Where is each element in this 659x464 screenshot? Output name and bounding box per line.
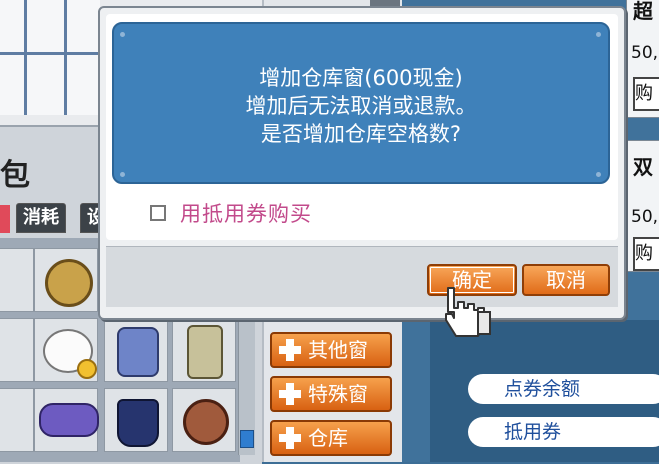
menu-button-special[interactable]: 特殊窗 <box>270 376 392 412</box>
tab-consume[interactable]: 消耗 <box>16 203 66 233</box>
inventory-slot[interactable] <box>34 388 99 452</box>
hand-pointer-icon <box>445 287 491 337</box>
scrollbar-thumb[interactable] <box>240 430 254 448</box>
shop-item-price: 50, <box>631 207 659 227</box>
inventory-slot[interactable] <box>0 248 34 312</box>
dialog-message-box: 增加仓库窗(600现金) 增加后无法取消或退款。 是否增加仓库空格数? <box>112 22 610 184</box>
inventory-slot[interactable] <box>104 318 168 382</box>
coin-icon <box>77 359 97 379</box>
menu-label: 仓库 <box>308 426 348 450</box>
inventory-title: 包 <box>0 158 30 193</box>
plus-icon <box>278 338 302 362</box>
menu-label: 特殊窗 <box>308 382 368 406</box>
message-line: 增加仓库窗(600现金) <box>259 66 463 90</box>
cancel-button[interactable]: 取消 <box>522 264 610 296</box>
shop-item-title: 超 <box>633 0 653 23</box>
item-icon <box>45 259 93 307</box>
inventory-slot[interactable] <box>172 318 236 382</box>
equipment-grid <box>0 0 100 115</box>
menu-label: 其他窗 <box>308 338 368 362</box>
plus-icon <box>278 426 302 450</box>
shop-item-card: 超 50, 购 <box>626 0 659 118</box>
inventory-slot[interactable] <box>0 318 34 382</box>
shop-item-price: 50, <box>631 43 659 63</box>
inventory-slot[interactable] <box>172 388 236 452</box>
rivet-decoration <box>120 32 125 37</box>
inventory-slot[interactable] <box>34 318 98 382</box>
armor-item-icon <box>117 327 159 377</box>
buy-button[interactable]: 购 <box>633 77 659 111</box>
shield-item-icon <box>183 399 229 445</box>
use-voucher-checkbox[interactable] <box>150 205 166 221</box>
menu-button-storage[interactable]: 仓库 <box>270 420 392 456</box>
inventory-slot[interactable] <box>0 388 34 452</box>
cloak-item-icon <box>187 325 223 379</box>
shop-item-title: 双 <box>633 155 653 179</box>
menu-button-other[interactable]: 其他窗 <box>270 332 392 368</box>
use-voucher-label[interactable]: 用抵用券购买 <box>180 198 312 228</box>
inventory-slot[interactable] <box>104 388 168 452</box>
weapon-item-icon <box>39 403 99 437</box>
message-line: 是否增加仓库空格数? <box>260 122 462 146</box>
inventory-slot[interactable] <box>34 248 98 312</box>
buy-button[interactable]: 购 <box>633 237 659 271</box>
tab-equip-edge[interactable] <box>0 205 10 233</box>
voucher-balance-field: 抵用券 <box>468 417 659 447</box>
hat-item-icon <box>117 399 159 447</box>
shop-item-card: 双 50, 购 <box>626 140 659 272</box>
cash-balance-field: 点券余额 <box>468 374 659 404</box>
rivet-decoration <box>596 32 601 37</box>
rivet-decoration <box>596 172 601 177</box>
message-line: 增加后无法取消或退款。 <box>245 94 477 118</box>
plus-icon <box>278 382 302 406</box>
rivet-decoration <box>120 172 125 177</box>
